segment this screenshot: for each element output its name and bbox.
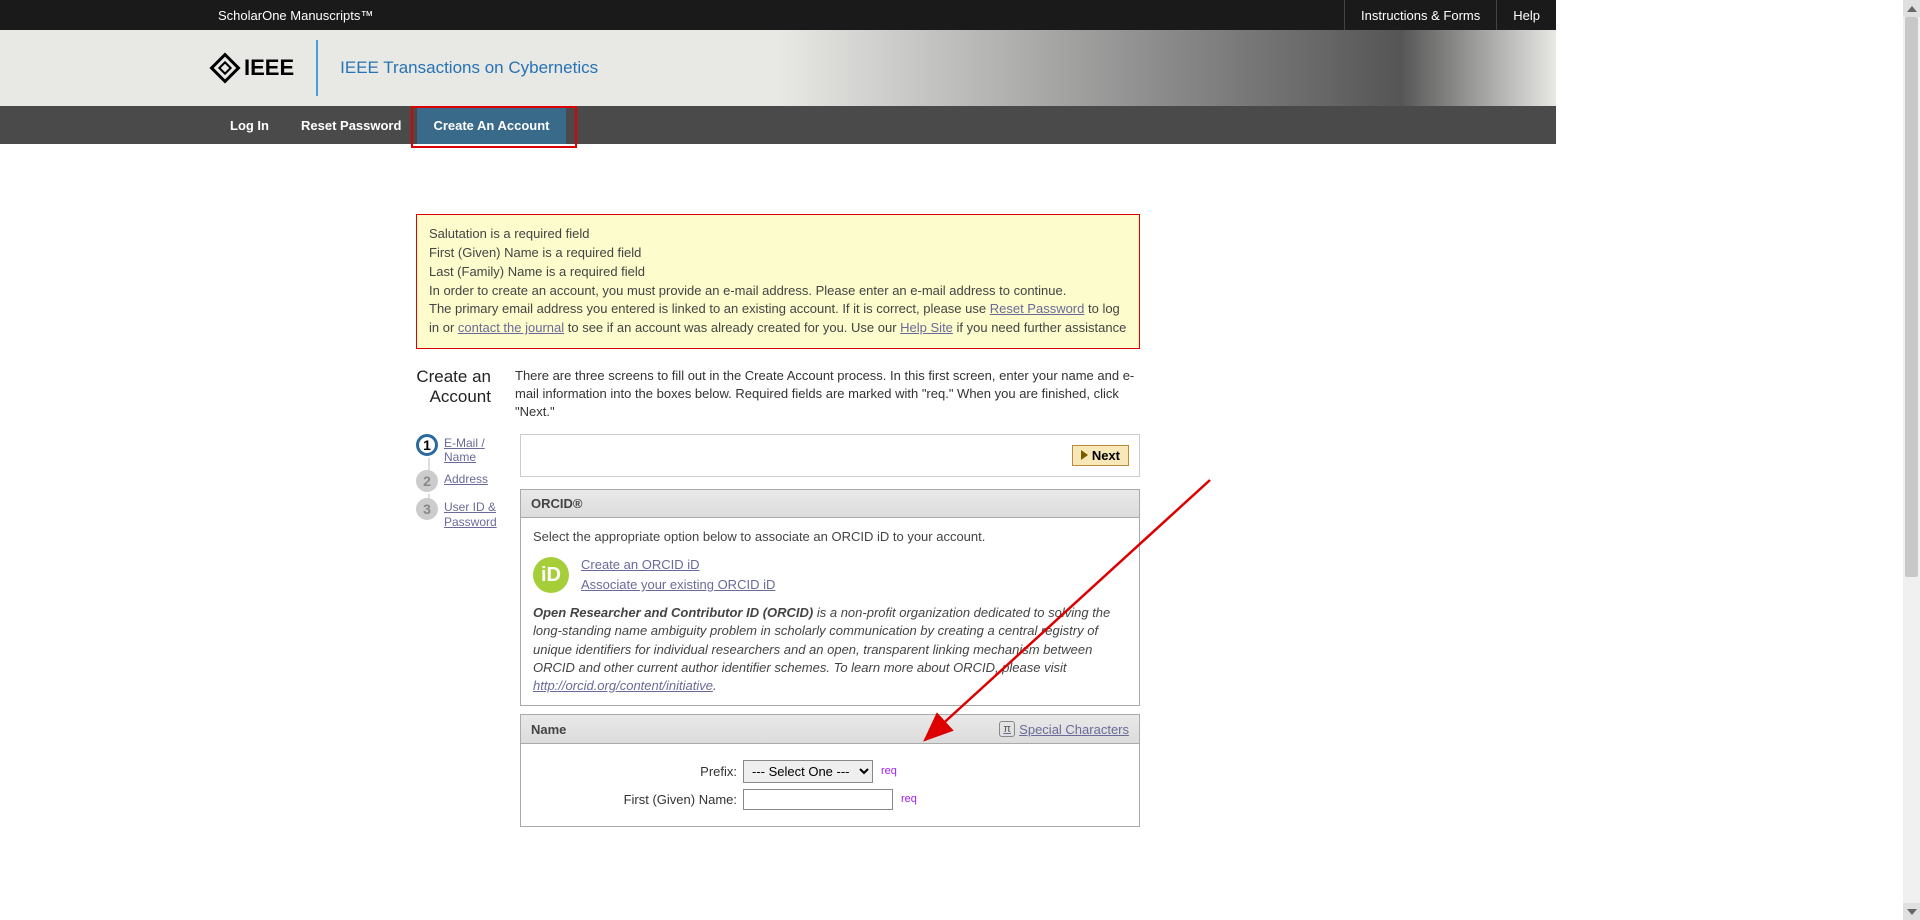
topbar-right: Instructions & Forms Help bbox=[1344, 0, 1556, 30]
step-label: Address bbox=[444, 470, 488, 486]
prefix-select[interactable]: --- Select One --- bbox=[743, 760, 873, 783]
journal-name: IEEE Transactions on Cybernetics bbox=[340, 58, 598, 78]
orcid-links: Create an ORCID iD Associate your existi… bbox=[581, 554, 775, 596]
special-characters-link[interactable]: π Special Characters bbox=[999, 721, 1129, 737]
orcid-initiative-link[interactable]: http://orcid.org/content/initiative bbox=[533, 678, 713, 693]
scroll-up-button[interactable] bbox=[1903, 0, 1920, 17]
next-button[interactable]: Next bbox=[1072, 445, 1129, 466]
ieee-diamond-icon bbox=[209, 52, 240, 83]
form-column: Next ORCID® Select the appropriate optio… bbox=[520, 434, 1140, 836]
nav-create-account[interactable]: Create An Account bbox=[417, 106, 565, 144]
brand-text: ScholarOne Manuscripts™ bbox=[218, 8, 373, 23]
nav-reset-password[interactable]: Reset Password bbox=[285, 106, 417, 144]
alert-line: First (Given) Name is a required field bbox=[429, 244, 1127, 263]
ieee-logo: IEEE bbox=[214, 55, 294, 81]
alert-line: Salutation is a required field bbox=[429, 225, 1127, 244]
wizard: 1 E-Mail / Name 2 Address 3 User ID & Pa… bbox=[416, 434, 1140, 836]
step-number-icon: 2 bbox=[416, 470, 438, 492]
section-intro: Create an Account There are three screen… bbox=[416, 367, 1140, 422]
header: IEEE IEEE Transactions on Cybernetics bbox=[0, 30, 1556, 106]
create-orcid-link[interactable]: Create an ORCID iD bbox=[581, 556, 775, 574]
required-indicator: req bbox=[881, 764, 897, 779]
prefix-row: Prefix: --- Select One --- req bbox=[533, 760, 1127, 783]
first-name-row: First (Given) Name: req bbox=[533, 789, 1127, 810]
step-number-icon: 1 bbox=[416, 434, 438, 456]
help-site-link[interactable]: Help Site bbox=[900, 320, 953, 335]
pi-icon: π bbox=[999, 721, 1015, 737]
instructions-forms-link[interactable]: Instructions & Forms bbox=[1344, 0, 1496, 30]
step-number-icon: 3 bbox=[416, 498, 438, 520]
prefix-label: Prefix: bbox=[533, 763, 743, 781]
orcid-panel: ORCID® Select the appropriate option bel… bbox=[520, 489, 1140, 707]
step-list: 1 E-Mail / Name 2 Address 3 User ID & Pa… bbox=[416, 434, 506, 836]
logo-text: IEEE bbox=[244, 55, 294, 81]
alert-line: Last (Family) Name is a required field bbox=[429, 263, 1127, 282]
step-label: E-Mail / Name bbox=[444, 434, 506, 465]
orcid-prompt: Select the appropriate option below to a… bbox=[533, 528, 1127, 546]
chevron-up-icon bbox=[1907, 6, 1917, 12]
topbar: ScholarOne Manuscripts™ Instructions & F… bbox=[0, 0, 1556, 30]
step-1[interactable]: 1 E-Mail / Name bbox=[416, 434, 506, 465]
orcid-header: ORCID® bbox=[521, 490, 1139, 518]
content-area: Salutation is a required field First (Gi… bbox=[0, 144, 1140, 835]
contact-journal-link[interactable]: contact the journal bbox=[458, 320, 564, 335]
section-title: Create an Account bbox=[416, 367, 491, 422]
name-panel: Name π Special Characters Prefix: --- Se… bbox=[520, 714, 1140, 827]
orcid-options: iD Create an ORCID iD Associate your exi… bbox=[533, 554, 1127, 596]
section-intro-text: There are three screens to fill out in t… bbox=[515, 367, 1140, 422]
required-indicator: req bbox=[901, 792, 917, 807]
scrollbar-track[interactable] bbox=[1903, 17, 1920, 903]
nav-login[interactable]: Log In bbox=[214, 106, 285, 144]
alert-line: The primary email address you entered is… bbox=[429, 300, 1127, 338]
name-body: Prefix: --- Select One --- req First (Gi… bbox=[521, 744, 1139, 826]
step-2[interactable]: 2 Address bbox=[416, 470, 506, 492]
orcid-body: Select the appropriate option below to a… bbox=[521, 518, 1139, 706]
arrow-right-icon bbox=[1081, 450, 1088, 460]
main-nav: Log In Reset Password Create An Account bbox=[0, 106, 1556, 144]
chevron-down-icon bbox=[1907, 909, 1917, 915]
help-link[interactable]: Help bbox=[1496, 0, 1556, 30]
next-row: Next bbox=[520, 434, 1140, 477]
reset-password-link[interactable]: Reset Password bbox=[990, 301, 1085, 316]
app-viewport: ScholarOne Manuscripts™ Instructions & F… bbox=[0, 0, 1556, 920]
first-name-input[interactable] bbox=[743, 789, 893, 810]
orcid-icon: iD bbox=[533, 557, 569, 593]
orcid-description: Open Researcher and Contributor ID (ORCI… bbox=[533, 604, 1127, 695]
validation-alert: Salutation is a required field First (Gi… bbox=[416, 214, 1140, 349]
scroll-down-button[interactable] bbox=[1903, 903, 1920, 920]
name-header: Name π Special Characters bbox=[521, 715, 1139, 744]
alert-line: In order to create an account, you must … bbox=[429, 282, 1127, 301]
header-divider bbox=[316, 40, 318, 96]
step-label: User ID & Password bbox=[444, 498, 506, 529]
associate-orcid-link[interactable]: Associate your existing ORCID iD bbox=[581, 576, 775, 594]
next-label: Next bbox=[1092, 448, 1120, 463]
scrollbar-thumb[interactable] bbox=[1905, 17, 1918, 577]
scrollbar[interactable] bbox=[1903, 0, 1920, 920]
step-3[interactable]: 3 User ID & Password bbox=[416, 498, 506, 529]
first-name-label: First (Given) Name: bbox=[533, 791, 743, 809]
